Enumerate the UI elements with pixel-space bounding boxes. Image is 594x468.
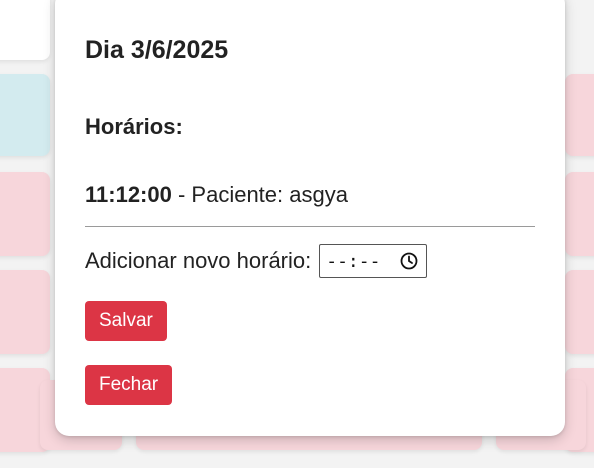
appointment-patient: asgya <box>289 182 348 207</box>
calendar-cell[interactable] <box>565 74 594 156</box>
calendar-cell[interactable] <box>0 270 50 354</box>
time-input-value: --:-- <box>326 250 381 272</box>
schedules-heading: Horários: <box>85 114 183 139</box>
calendar-cell[interactable] <box>565 270 594 354</box>
clock-icon[interactable] <box>400 252 418 270</box>
add-schedule-row: Adicionar novo horário: --:-- <box>85 243 428 279</box>
save-button[interactable]: Salvar <box>85 301 167 341</box>
day-modal: Dia 3/6/2025 Horários: 11:12:00 - Pacien… <box>55 0 565 436</box>
calendar-cell[interactable] <box>565 172 594 256</box>
calendar-cell[interactable] <box>0 172 50 256</box>
calendar-cell[interactable] <box>0 0 50 60</box>
divider <box>85 226 535 227</box>
appointment-separator: - Paciente: <box>171 182 290 207</box>
appointment-time: 11:12:00 <box>85 182 172 207</box>
close-button[interactable]: Fechar <box>85 365 173 405</box>
time-input[interactable]: --:-- <box>319 244 428 278</box>
add-schedule-label: Adicionar novo horário: <box>85 248 312 273</box>
page-background: Dia 3/6/2025 Horários: 11:12:00 - Pacien… <box>0 0 594 468</box>
modal-title: Dia 3/6/2025 <box>85 36 229 64</box>
calendar-cell[interactable] <box>0 74 50 156</box>
appointment-item: 11:12:00 - Paciente: asgya <box>85 182 348 208</box>
